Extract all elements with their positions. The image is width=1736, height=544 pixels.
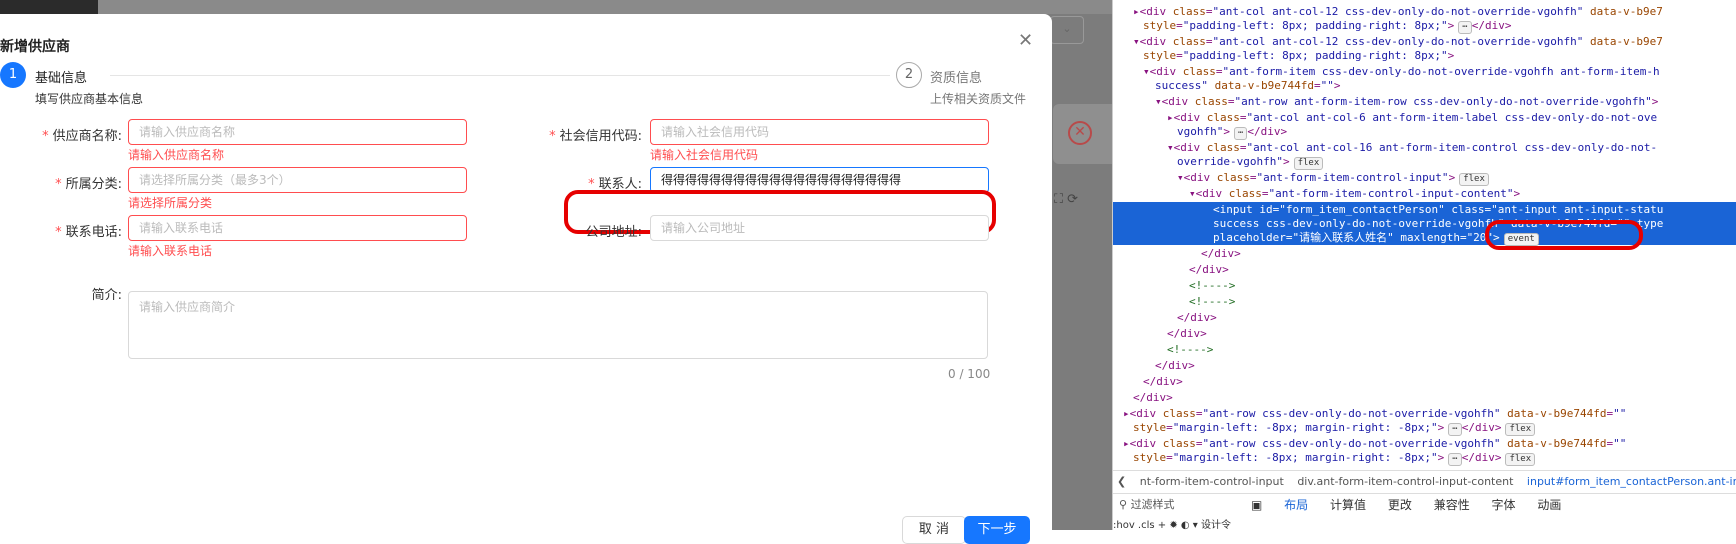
- fullscreen-refresh-icons: ⛶⟳: [1054, 192, 1082, 207]
- phone-label: * 联系电话:: [55, 225, 122, 240]
- credit-code-error: 请输入社会信用代码: [650, 148, 759, 162]
- modal-title: 新增供应商: [0, 39, 70, 55]
- step-1-title: 基础信息: [35, 71, 88, 86]
- dom-line[interactable]: </div>: [1167, 326, 1736, 342]
- devtools-tabs: ▣ 布局 计算值 更改 兼容性 字体 动画: [1251, 494, 1736, 516]
- dom-line[interactable]: style="padding-left: 8px; padding-right:…: [1143, 18, 1736, 34]
- dom-line[interactable]: </div>: [1201, 246, 1736, 262]
- styles-toolbar[interactable]: :hov .cls + ✹ ◐ ▾ 设计令: [1113, 516, 1736, 531]
- tab-layout[interactable]: 布局: [1284, 498, 1308, 512]
- breadcrumb: ❮ nt-form-item-control-input div.ant-for…: [1113, 470, 1736, 494]
- tab-changes[interactable]: 更改: [1388, 498, 1412, 512]
- dom-line[interactable]: style="margin-left: -8px; margin-right: …: [1133, 420, 1736, 436]
- category-label: * 所属分类:: [55, 177, 122, 192]
- dom-line[interactable]: </div>: [1177, 310, 1736, 326]
- top-bar: [0, 0, 98, 14]
- layout-toggle-icon[interactable]: ▣: [1251, 498, 1262, 512]
- intro-textarea[interactable]: 请输入供应商简介: [128, 291, 988, 359]
- dom-line[interactable]: </div>: [1189, 262, 1736, 278]
- step-divider: [110, 75, 890, 76]
- intro-label: 简介:: [91, 288, 122, 303]
- phone-input[interactable]: 请输入联系电话: [128, 215, 467, 241]
- dom-line[interactable]: </div>: [1133, 390, 1736, 406]
- dom-line[interactable]: </div>: [1143, 374, 1736, 390]
- supplier-name-error: 请输入供应商名称: [128, 148, 225, 162]
- dom-line[interactable]: <!---->: [1189, 294, 1736, 310]
- close-icon[interactable]: ✕: [1018, 30, 1033, 51]
- add-supplier-modal: 新增供应商 ✕ 1 基础信息 填写供应商基本信息 2 资质信息 上传相关资质文件…: [0, 14, 1052, 544]
- devtools-panel: ▸<div class="ant-col ant-col-12 css-dev-…: [1112, 0, 1736, 531]
- address-input[interactable]: 请输入公司地址: [650, 215, 989, 241]
- char-count: 0 / 100: [948, 367, 991, 381]
- tab-computed[interactable]: 计算值: [1330, 498, 1366, 512]
- credit-code-label: * 社会信用代码:: [549, 129, 642, 144]
- step-2-desc: 上传相关资质文件: [930, 92, 1027, 106]
- dom-line[interactable]: vgohfh"> ⋯ </div>: [1177, 124, 1736, 140]
- dom-line[interactable]: ▾<div class="ant-form-item-control-input…: [1177, 170, 1736, 186]
- phone-error: 请输入联系电话: [128, 244, 213, 258]
- breadcrumb-item[interactable]: div.ant-form-item-control-input-content: [1297, 475, 1513, 488]
- tab-animations[interactable]: 动画: [1537, 498, 1561, 512]
- dom-line[interactable]: style="margin-left: -8px; margin-right: …: [1133, 450, 1736, 466]
- step-1-number: 1: [0, 62, 26, 88]
- supplier-name-label: * 供应商名称:: [42, 129, 122, 144]
- dom-line[interactable]: style="padding-left: 8px; padding-right:…: [1143, 48, 1736, 64]
- breadcrumb-item[interactable]: nt-form-item-control-input: [1140, 475, 1284, 488]
- chevron-down-icon: ⌄: [1050, 16, 1084, 44]
- filter-icon: ⚲: [1119, 498, 1131, 511]
- tab-compat[interactable]: 兼容性: [1434, 498, 1470, 512]
- dom-line[interactable]: <!---->: [1167, 342, 1736, 358]
- next-button[interactable]: 下一步: [964, 516, 1030, 544]
- step-1-desc: 填写供应商基本信息: [35, 92, 144, 106]
- cancel-button[interactable]: 取 消: [902, 516, 966, 544]
- filter-styles[interactable]: ⚲ 过滤样式: [1119, 494, 1175, 516]
- dom-line[interactable]: ▾<div class="ant-row ant-form-item-row c…: [1155, 94, 1736, 110]
- error-circle-icon: ✕: [1068, 121, 1092, 145]
- tab-fonts[interactable]: 字体: [1492, 498, 1516, 512]
- chevron-left-icon[interactable]: ❮: [1117, 475, 1126, 488]
- category-error: 请选择所属分类: [128, 196, 213, 210]
- address-label: 公司地址:: [585, 225, 642, 240]
- step-2-number: 2: [896, 62, 922, 88]
- dom-line[interactable]: <!---->: [1189, 278, 1736, 294]
- dom-line[interactable]: ▾<div class="ant-form-item-control-input…: [1189, 186, 1736, 202]
- credit-code-input[interactable]: 请输入社会信用代码: [650, 119, 989, 145]
- breadcrumb-item[interactable]: input#form_item_contactPerson.ant-input: [1527, 475, 1736, 488]
- dom-line[interactable]: override-vgohfh"> flex: [1177, 154, 1736, 170]
- dom-line[interactable]: success" data-v-b9e744fd="">: [1155, 78, 1736, 94]
- dom-line[interactable]: </div>: [1155, 358, 1736, 374]
- supplier-name-input[interactable]: 请输入供应商名称: [128, 119, 467, 145]
- category-select[interactable]: 请选择所属分类（最多3个）: [128, 167, 467, 193]
- step-2-title: 资质信息: [930, 71, 983, 86]
